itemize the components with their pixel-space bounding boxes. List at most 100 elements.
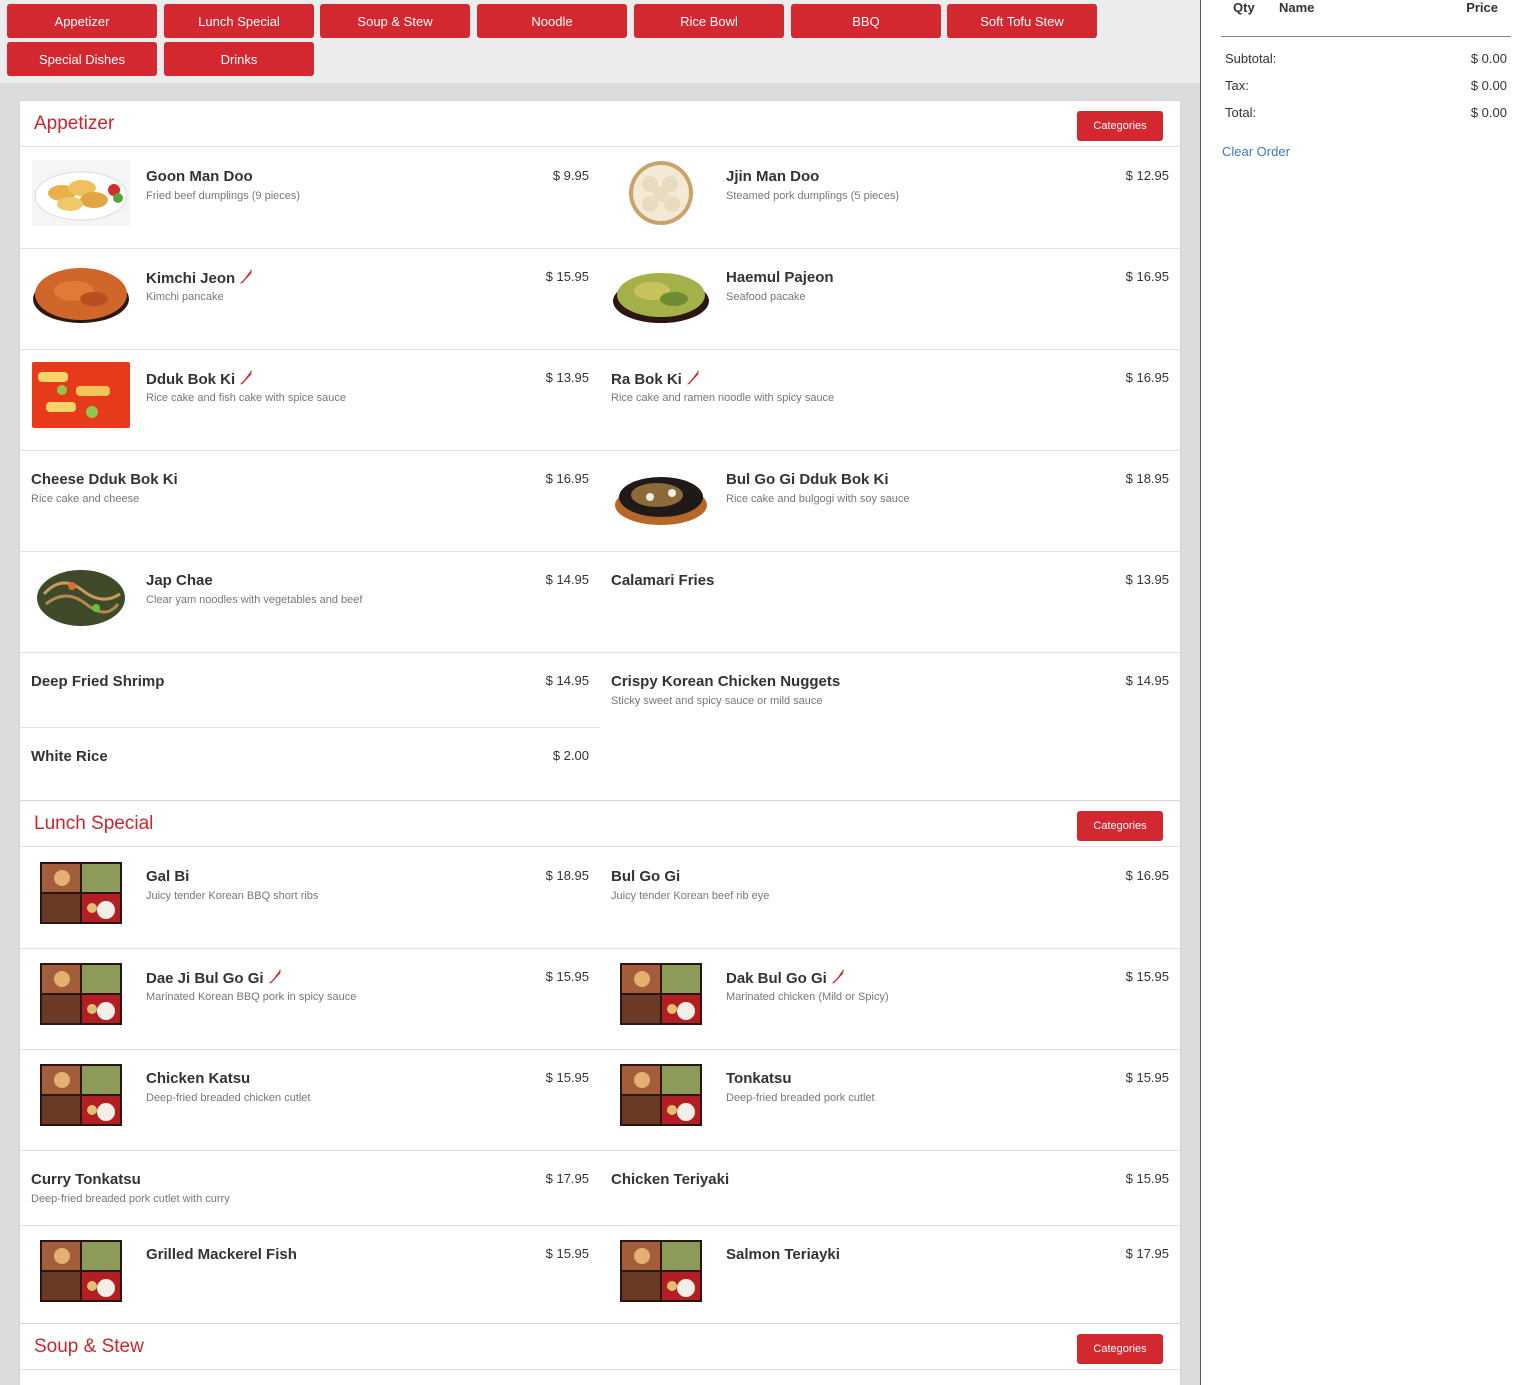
food-image: [612, 463, 710, 529]
item-name: Dduk Bok Ki: [146, 370, 254, 388]
item-price: $ 15.95: [545, 1070, 589, 1085]
menu-item[interactable]: Salmon Teriayki $ 17.95: [600, 1226, 1180, 1324]
menu-item[interactable]: Chicken Katsu Deep-fried breaded chicken…: [20, 1050, 600, 1151]
category-button-drinks[interactable]: Drinks: [164, 42, 314, 76]
item-name: Dak Bul Go Gi: [726, 969, 846, 987]
section-title: Appetizer: [34, 113, 115, 134]
menu-item[interactable]: Jjin Man Doo Steamed pork dumplings (5 p…: [600, 148, 1180, 249]
menu-item[interactable]: Bul Go Gi Dduk Bok Ki Rice cake and bulg…: [600, 451, 1180, 552]
food-image: [612, 1062, 710, 1128]
item-price: $ 12.95: [1125, 168, 1169, 183]
menu-item[interactable]: Curry Tonkatsu Deep-fried breaded pork c…: [20, 1151, 600, 1226]
item-price: $ 14.95: [545, 572, 589, 587]
item-description: Rice cake and ramen noodle with spicy sa…: [611, 392, 835, 404]
item-name: Bul Go Gi: [611, 868, 681, 885]
menu-item[interactable]: White Rice $ 2.00: [20, 728, 600, 801]
spicy-chili-icon: [238, 370, 254, 386]
food-image: [32, 261, 130, 327]
item-name-text: Dak Bul Go Gi: [726, 970, 827, 987]
category-button-special-dishes[interactable]: Special Dishes: [7, 42, 157, 76]
item-name: Chicken Katsu: [146, 1070, 251, 1087]
category-button-soup-stew[interactable]: Soup & Stew: [320, 4, 470, 38]
menu-item[interactable]: Jap Chae Clear yam noodles with vegetabl…: [20, 552, 600, 653]
item-description: Rice cake and bulgogi with soy sauce: [726, 493, 910, 505]
menu-item[interactable]: Dak Bul Go Gi Marinated chicken (Mild or…: [600, 949, 1180, 1050]
subtotal-label: Subtotal:: [1225, 51, 1277, 66]
categories-button[interactable]: Categories: [1077, 1334, 1163, 1364]
spicy-chili-icon: [238, 269, 254, 285]
divider: [1221, 36, 1511, 37]
item-name: Crispy Korean Chicken Nuggets: [611, 673, 841, 690]
food-image: [32, 564, 130, 630]
item-description: Sticky sweet and spicy sauce or mild sau…: [611, 695, 823, 707]
menu-item[interactable]: Goon Man Doo Fried beef dumplings (9 pie…: [20, 148, 600, 249]
categories-button[interactable]: Categories: [1077, 111, 1163, 141]
item-price: $ 18.95: [1125, 471, 1169, 486]
categories-button[interactable]: Categories: [1077, 811, 1163, 841]
section-header: Lunch Special Categories: [20, 801, 1180, 847]
menu-item[interactable]: Kimchi Jeon Kimchi pancake $ 15.95: [20, 249, 600, 350]
item-name: Kimchi Jeon: [146, 269, 254, 287]
food-image: [32, 1062, 130, 1128]
section-lunch-special: Lunch Special Categories Gal Bi Juicy te…: [19, 800, 1181, 1324]
item-price: $ 16.95: [1125, 269, 1169, 284]
item-name: Jap Chae: [146, 572, 213, 589]
item-name: Cheese Dduk Bok Ki: [31, 471, 178, 488]
column-header-qty: Qty: [1233, 0, 1255, 15]
food-image: [32, 160, 130, 226]
menu-item[interactable]: Crispy Korean Chicken Nuggets Sticky swe…: [600, 653, 1180, 728]
section-header: Appetizer Categories: [20, 101, 1180, 147]
item-name-text: Dduk Bok Ki: [146, 371, 236, 388]
category-button-rice-bowl[interactable]: Rice Bowl: [634, 4, 784, 38]
food-image: [32, 860, 130, 926]
item-name: Haemul Pajeon: [726, 269, 834, 286]
category-nav: Appetizer Lunch Special Soup & Stew Nood…: [0, 0, 1200, 83]
menu-item[interactable]: Gal Bi Juicy tender Korean BBQ short rib…: [20, 848, 600, 949]
menu-item[interactable]: Haemul Pajeon Seafood pacake $ 16.95: [600, 249, 1180, 350]
order-panel: Qty Name Price Subtotal: $ 0.00 Tax: $ 0…: [1200, 0, 1530, 1385]
item-name: Curry Tonkatsu: [31, 1171, 141, 1188]
spicy-chili-icon: [267, 969, 283, 985]
item-price: $ 14.95: [545, 673, 589, 688]
item-name: Jjin Man Doo: [726, 168, 820, 185]
item-price: $ 17.95: [545, 1171, 589, 1186]
menu-item[interactable]: Grilled Mackerel Fish $ 15.95: [20, 1226, 600, 1324]
category-button-soft-tofu-stew[interactable]: Soft Tofu Stew: [947, 4, 1097, 38]
menu-item[interactable]: Calamari Fries $ 13.95: [600, 552, 1180, 653]
item-description: Clear yam noodles with vegetables and be…: [146, 594, 363, 606]
menu-item[interactable]: Cheese Dduk Bok Ki Rice cake and cheese …: [20, 451, 600, 552]
column-header-name: Name: [1279, 0, 1315, 15]
item-description: Fried beef dumplings (9 pieces): [146, 190, 301, 202]
category-button-appetizer[interactable]: Appetizer: [7, 4, 157, 38]
section-header: Soup & Stew Categories: [20, 1324, 1180, 1370]
menu-item[interactable]: Bul Go Gi Juicy tender Korean beef rib e…: [600, 848, 1180, 949]
clear-order-link[interactable]: Clear Order: [1222, 144, 1290, 159]
item-name: Bul Go Gi Dduk Bok Ki: [726, 471, 889, 488]
menu-item[interactable]: Dae Ji Bul Go Gi Marinated Korean BBQ po…: [20, 949, 600, 1050]
category-button-bbq[interactable]: BBQ: [791, 4, 941, 38]
item-name: White Rice: [31, 748, 108, 765]
menu-item[interactable]: Tonkatsu Deep-fried breaded pork cutlet …: [600, 1050, 1180, 1151]
item-price: $ 14.95: [1125, 673, 1169, 688]
item-name: Dae Ji Bul Go Gi: [146, 969, 283, 987]
menu-item[interactable]: Dduk Bok Ki Rice cake and fish cake with…: [20, 350, 600, 451]
spicy-chili-icon: [685, 370, 701, 386]
category-button-lunch-special[interactable]: Lunch Special: [164, 4, 314, 38]
menu-item[interactable]: Ra Bok Ki Rice cake and ramen noodle wit…: [600, 350, 1180, 451]
spicy-chili-icon: [830, 969, 846, 985]
item-price: $ 13.95: [545, 370, 589, 385]
category-button-noodle[interactable]: Noodle: [477, 4, 627, 38]
food-image: [32, 1238, 130, 1304]
item-name: Chicken Teriyaki: [611, 1171, 730, 1188]
item-description: Deep-fried breaded pork cutlet with curr…: [31, 1193, 230, 1205]
menu-item[interactable]: Chicken Teriyaki $ 15.95: [600, 1151, 1180, 1226]
item-price: $ 15.95: [545, 269, 589, 284]
item-price: $ 15.95: [545, 969, 589, 984]
item-name-text: Ra Bok Ki: [611, 371, 682, 388]
food-image: [32, 961, 130, 1027]
item-price: $ 16.95: [1125, 868, 1169, 883]
item-name: Deep Fried Shrimp: [31, 673, 165, 690]
item-price: $ 13.95: [1125, 572, 1169, 587]
section-title: Soup & Stew: [34, 1336, 144, 1357]
menu-item[interactable]: Deep Fried Shrimp $ 14.95: [20, 653, 600, 728]
